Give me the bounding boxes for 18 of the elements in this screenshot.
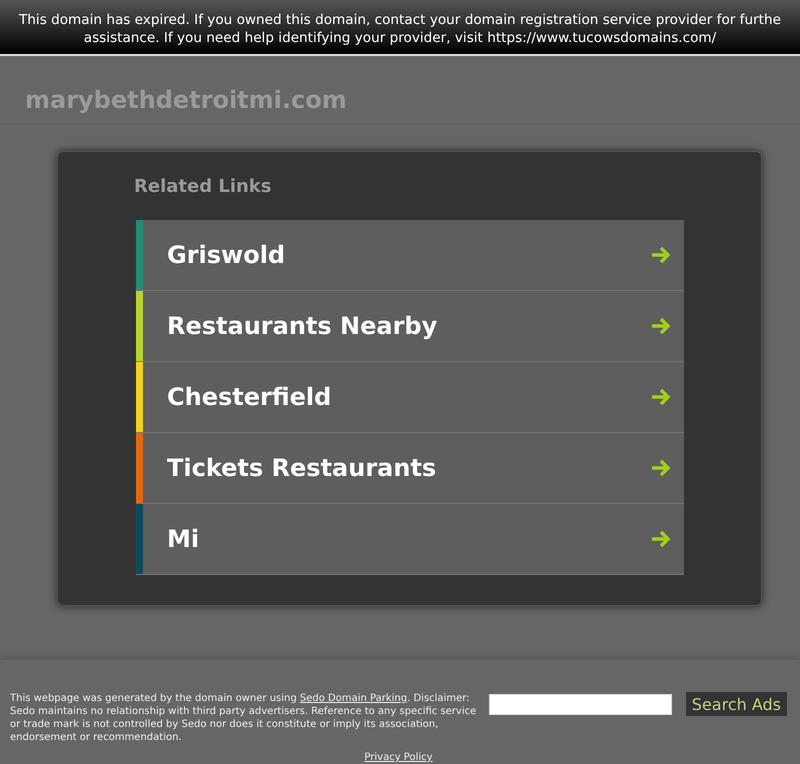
- related-link[interactable]: Restaurants Nearby: [136, 291, 684, 362]
- related-link[interactable]: Tickets Restaurants: [136, 433, 684, 504]
- search-field[interactable]: [488, 694, 672, 714]
- arrow-icon: [651, 388, 671, 406]
- banner-text: This domain has expired. If you owned this domain, contact your domain registration service provider for furthe: [18, 11, 782, 29]
- section-title: Related Links: [134, 176, 272, 199]
- arrow-icon: [651, 317, 671, 335]
- related-link[interactable]: Griswold: [136, 220, 684, 291]
- disclaimer-text: This webpage was generated by the domain owner using Sedo Domain Parking. Disclaimer: Sedo maintains no relationship with third party advertisers. Reference to any specific service or trade mark is not controlled by Sedo nor does it constitute or imply its association, endorsement or recommendation.: [10, 692, 478, 744]
- related-link[interactable]: Mi: [136, 504, 684, 575]
- arrow-icon: [651, 459, 671, 477]
- arrow-icon: [651, 530, 671, 548]
- search-button[interactable]: Search Ads: [686, 692, 787, 716]
- privacy-link[interactable]: Privacy Policy: [364, 752, 433, 763]
- sedo-link[interactable]: Sedo Domain Parking: [300, 693, 408, 704]
- related-link[interactable]: Chesterfield: [136, 362, 684, 433]
- banner-text: assistance. If you need help identifying your provider, visit https://www.tucowsdomains.com/: [82, 29, 718, 47]
- arrow-icon: [651, 246, 671, 264]
